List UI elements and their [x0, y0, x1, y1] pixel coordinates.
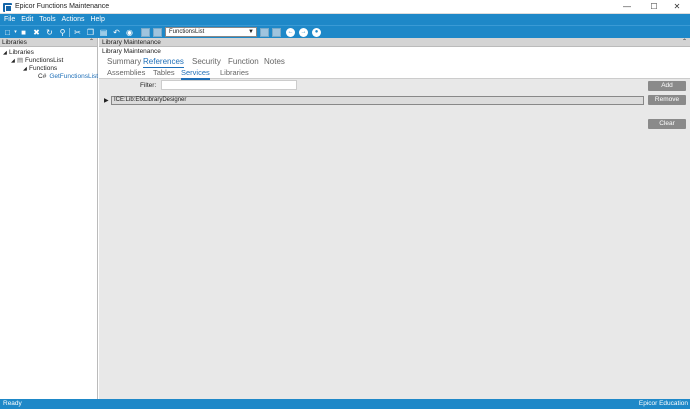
- menu-edit[interactable]: Edit: [21, 14, 33, 25]
- copy-icon[interactable]: ❐: [86, 28, 95, 37]
- menu-actions[interactable]: Actions: [62, 14, 85, 25]
- paste-icon[interactable]: ▤: [99, 28, 108, 37]
- clear-button[interactable]: Clear: [648, 119, 686, 129]
- subtab-assemblies[interactable]: Assemblies: [107, 68, 145, 78]
- add-button[interactable]: Add: [648, 81, 686, 91]
- menu-file[interactable]: File: [4, 14, 15, 25]
- main-panel: Library Maintenance ⌃ Library Maintenanc…: [99, 38, 690, 399]
- tab-security[interactable]: Security: [192, 57, 221, 67]
- tree-item-label: GetFunctionsList: [49, 73, 99, 80]
- panel-title: Libraries: [2, 39, 27, 46]
- panel-title: Library Maintenance: [102, 39, 161, 46]
- tree-item-functionslist[interactable]: ◢ ▤ FunctionsList: [11, 57, 63, 65]
- cut-icon[interactable]: ✂: [73, 28, 82, 37]
- panel-header: Libraries ⌃: [0, 38, 97, 47]
- panel-header: Library Maintenance ⌃: [99, 38, 690, 47]
- last-record-icon[interactable]: [272, 28, 281, 37]
- pin-icon[interactable]: ⌃: [682, 38, 687, 47]
- help-icon[interactable]: ●: [312, 28, 321, 37]
- status-text: Ready: [3, 400, 22, 407]
- window-title: Epicor Functions Maintenance: [15, 3, 110, 10]
- title-bar: Epicor Functions Maintenance — ☐ ✕: [0, 0, 690, 14]
- form-title: Library Maintenance: [99, 47, 690, 56]
- remove-button[interactable]: Remove: [648, 95, 686, 105]
- subtab-services[interactable]: Services: [181, 68, 210, 80]
- main-tabs: Summary References Security Function Not…: [99, 56, 690, 69]
- tree-item-label: FunctionsList: [25, 57, 64, 64]
- forward-icon[interactable]: →: [299, 28, 308, 37]
- previous-record-icon[interactable]: [153, 28, 162, 37]
- libraries-panel: Libraries ⌃ ◢ Libraries ◢ ▤ FunctionsList ◢…: [0, 38, 98, 399]
- reference-subtabs: Assemblies Tables Services Libraries: [99, 68, 690, 80]
- library-icon: ▤: [17, 57, 24, 64]
- subtab-tables[interactable]: Tables: [153, 68, 175, 78]
- pin-icon[interactable]: ⌃: [89, 38, 94, 47]
- record-selector[interactable]: FunctionsList ▼: [165, 27, 257, 37]
- menu-tools[interactable]: Tools: [39, 14, 55, 25]
- tab-function[interactable]: Function: [228, 57, 259, 67]
- tab-summary[interactable]: Summary: [107, 57, 141, 67]
- tree-item-label: Functions: [29, 65, 58, 72]
- tab-notes[interactable]: Notes: [264, 57, 285, 67]
- delete-icon[interactable]: ✖: [32, 28, 41, 37]
- back-icon[interactable]: ←: [286, 28, 295, 37]
- menu-help[interactable]: Help: [90, 14, 104, 25]
- list-item[interactable]: ICE:Lib:EfxLibraryDesigner: [111, 96, 644, 105]
- menu-bar: File Edit Tools Actions Help: [0, 14, 690, 25]
- status-bar: Ready Epicor Education: [0, 399, 690, 409]
- chevron-down-icon: ▼: [248, 29, 254, 35]
- app-icon: [3, 3, 12, 12]
- toolbar: □ ▾ ■ ✖ ↻ ⚲ ✂ ❐ ▤ ↶ ◉ FunctionsList ▼ ← …: [0, 25, 690, 38]
- minimize-button[interactable]: —: [614, 0, 640, 14]
- tree-item-label: Libraries: [9, 49, 34, 56]
- record-selector-value: FunctionsList: [169, 29, 205, 35]
- tree-item-libraries[interactable]: ◢ Libraries: [3, 49, 34, 57]
- row-expand-icon[interactable]: ▶: [104, 97, 109, 104]
- tree-item-functions[interactable]: ◢ Functions: [23, 65, 57, 73]
- filter-input[interactable]: [161, 80, 297, 90]
- toolbar-separator: [69, 28, 70, 37]
- next-record-icon[interactable]: [260, 28, 269, 37]
- save-icon[interactable]: ■: [19, 28, 28, 37]
- first-record-icon[interactable]: [141, 28, 150, 37]
- status-company: Epicor Education: [638, 400, 688, 407]
- search-icon[interactable]: ◉: [125, 28, 134, 37]
- filter-label: Filter:: [140, 82, 157, 89]
- subtab-libraries[interactable]: Libraries: [220, 68, 249, 78]
- undo-icon[interactable]: ↶: [112, 28, 121, 37]
- tree-item-getfunctionslist[interactable]: C# GetFunctionsList: [38, 73, 98, 81]
- csharp-icon: C#: [38, 73, 47, 80]
- refresh-icon[interactable]: ↻: [45, 28, 54, 37]
- clear-icon[interactable]: ⚲: [58, 28, 67, 37]
- close-button[interactable]: ✕: [664, 0, 690, 14]
